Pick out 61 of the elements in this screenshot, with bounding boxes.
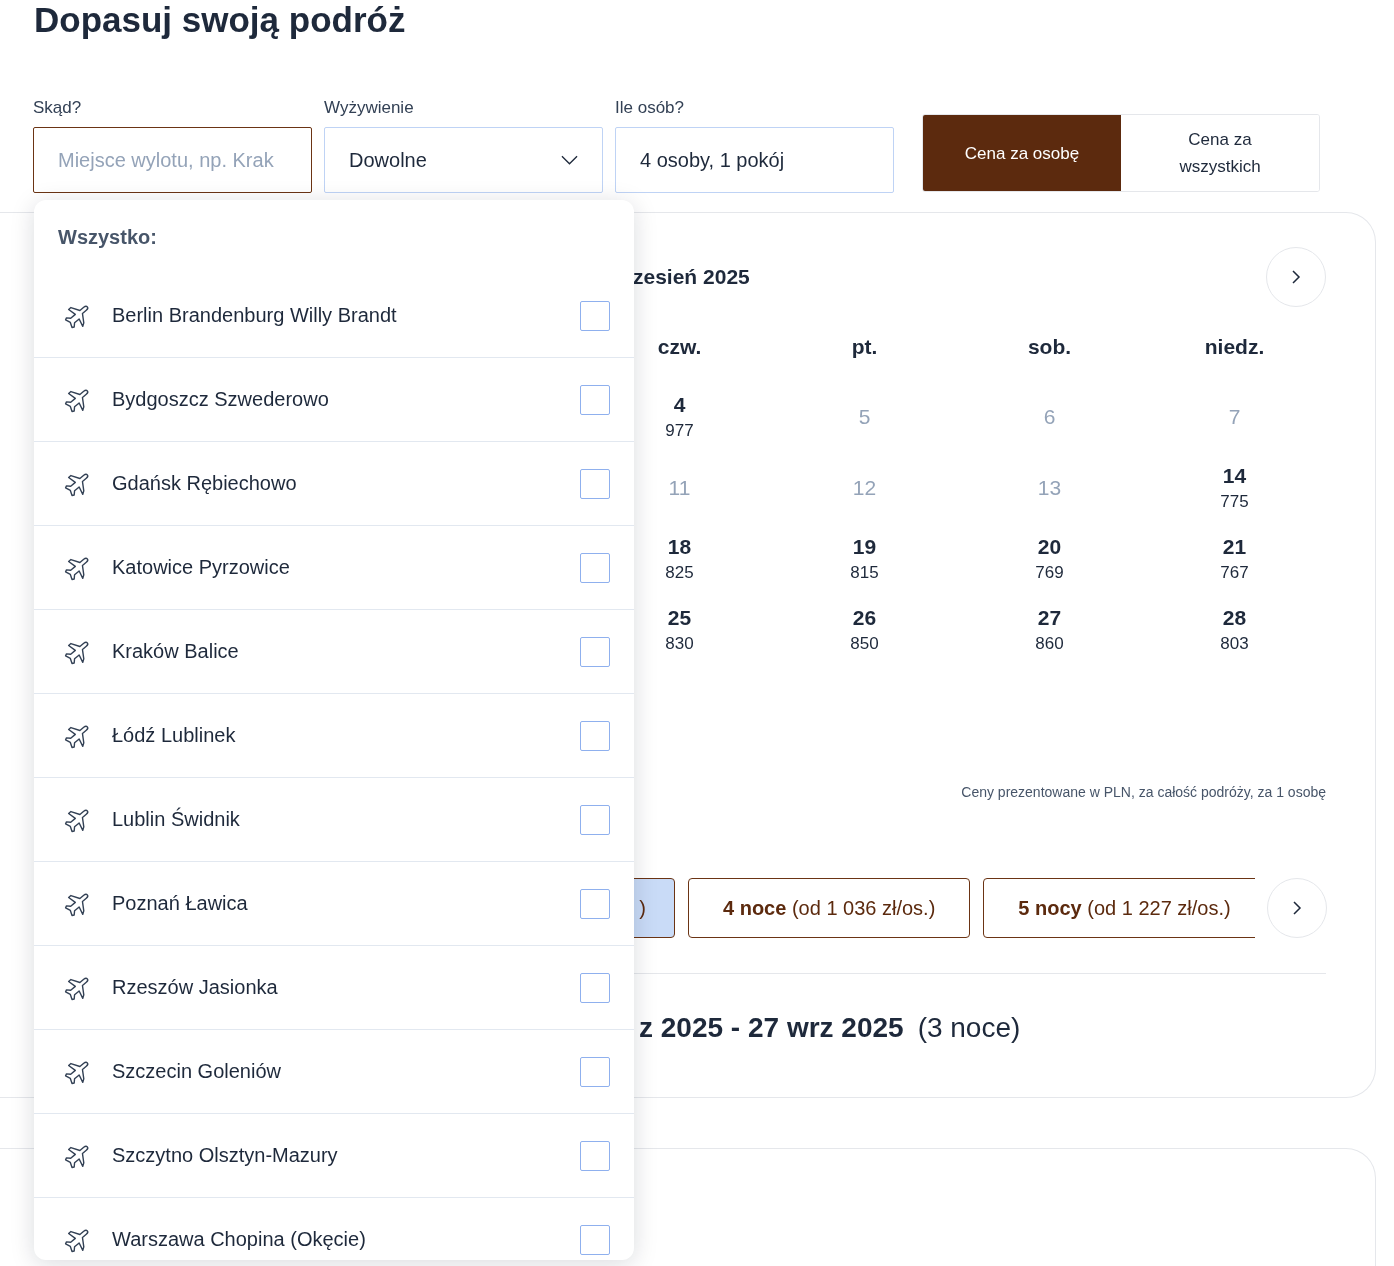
calendar-day[interactable]: 20 769 xyxy=(1031,523,1068,594)
checkbox[interactable] xyxy=(580,468,610,499)
checkbox[interactable] xyxy=(580,1140,610,1171)
airport-option[interactable]: Szczytno Olsztyn-Mazury xyxy=(34,1114,634,1198)
guests-field[interactable]: 4 osoby, 1 pokój xyxy=(615,127,894,193)
calendar-day[interactable]: 25 830 xyxy=(661,594,698,665)
calendar-day[interactable]: 26 850 xyxy=(846,594,883,665)
departure-input-field[interactable]: Miejsce wylotu, np. Krak xyxy=(33,127,312,193)
price-note: Ceny prezentowane w PLN, za całość podróży, za 1 osobę xyxy=(961,783,1326,801)
board-select[interactable]: Dowolne xyxy=(324,127,603,193)
calendar-day[interactable]: 27 860 xyxy=(1031,594,1068,665)
calendar-day[interactable]: 21 767 xyxy=(1216,523,1253,594)
selected-date-range: z 2025 - 27 wrz 2025 (3 noce) xyxy=(638,1011,1022,1045)
calendar-day: 11 xyxy=(664,452,695,523)
nights-option[interactable]: 4 noce (od 1 036 zł/os.) xyxy=(688,878,971,938)
checkbox[interactable] xyxy=(580,888,610,919)
calendar-day[interactable]: 14 775 xyxy=(1216,452,1253,523)
calendar-day: 5 xyxy=(854,381,875,452)
weekday-label: pt. xyxy=(851,334,878,360)
calendar-day[interactable]: 28 803 xyxy=(1216,594,1253,665)
checkbox[interactable] xyxy=(580,1056,610,1087)
airport-option[interactable]: Berlin Brandenburg Willy Brandt xyxy=(34,274,634,358)
caret-icon xyxy=(561,155,578,165)
checkbox[interactable] xyxy=(580,804,610,835)
checkbox[interactable] xyxy=(580,552,610,583)
checkbox[interactable] xyxy=(580,384,610,415)
checkbox[interactable] xyxy=(580,972,610,1003)
chevron-right-icon xyxy=(1292,900,1302,916)
calendar-day: 13 xyxy=(1033,452,1066,523)
airport-option[interactable]: Rzeszów Jasionka xyxy=(34,946,634,1030)
weekday-label: niedz. xyxy=(1204,334,1265,360)
field-label: Wyżywienie xyxy=(324,98,415,118)
calendar-day: 12 xyxy=(848,452,881,523)
calendar-day[interactable]: 18 825 xyxy=(661,523,698,594)
airport-option[interactable]: Kraków Balice xyxy=(34,610,634,694)
weekday-label: sob. xyxy=(1027,334,1072,360)
checkbox[interactable] xyxy=(580,300,610,331)
airport-option[interactable]: Lublin Świdnik xyxy=(34,778,634,862)
airport-option[interactable]: Gdańsk Rębiechowo xyxy=(34,442,634,526)
airport-option[interactable]: Bydgoszcz Szwederowo xyxy=(34,358,634,442)
weekday-label: czw. xyxy=(657,334,702,360)
field-label: Skąd? xyxy=(33,98,83,118)
checkbox[interactable] xyxy=(580,720,610,751)
airport-option[interactable]: Szczecin Goleniów xyxy=(34,1030,634,1114)
checkbox[interactable] xyxy=(580,1224,610,1255)
airport-option[interactable]: Łódź Lublinek xyxy=(34,694,634,778)
dropdown-heading: Wszystko: xyxy=(57,225,158,250)
month-title: zesień 2025 xyxy=(632,265,750,289)
checkbox[interactable] xyxy=(580,636,610,667)
airport-option[interactable]: Poznań Ławica xyxy=(34,862,634,946)
nights-option[interactable]: 5 nocy (od 1 227 zł/os.) xyxy=(983,878,1255,938)
airport-option[interactable]: Warszawa Chopina (Okęcie) xyxy=(34,1198,634,1260)
calendar-day[interactable]: 19 815 xyxy=(846,523,883,594)
price-mode-tab[interactable]: Cena za osobę xyxy=(923,115,1121,191)
page-title: Dopasuj swoją podróż xyxy=(33,0,407,40)
calendar-day: 6 xyxy=(1039,381,1060,452)
field-label: Ile osób? xyxy=(615,98,685,118)
chevron-right-icon xyxy=(1291,269,1301,285)
airport-option[interactable]: Katowice Pyrzowice xyxy=(34,526,634,610)
calendar-day: 7 xyxy=(1224,381,1245,452)
calendar-day[interactable]: 4 977 xyxy=(661,381,698,452)
